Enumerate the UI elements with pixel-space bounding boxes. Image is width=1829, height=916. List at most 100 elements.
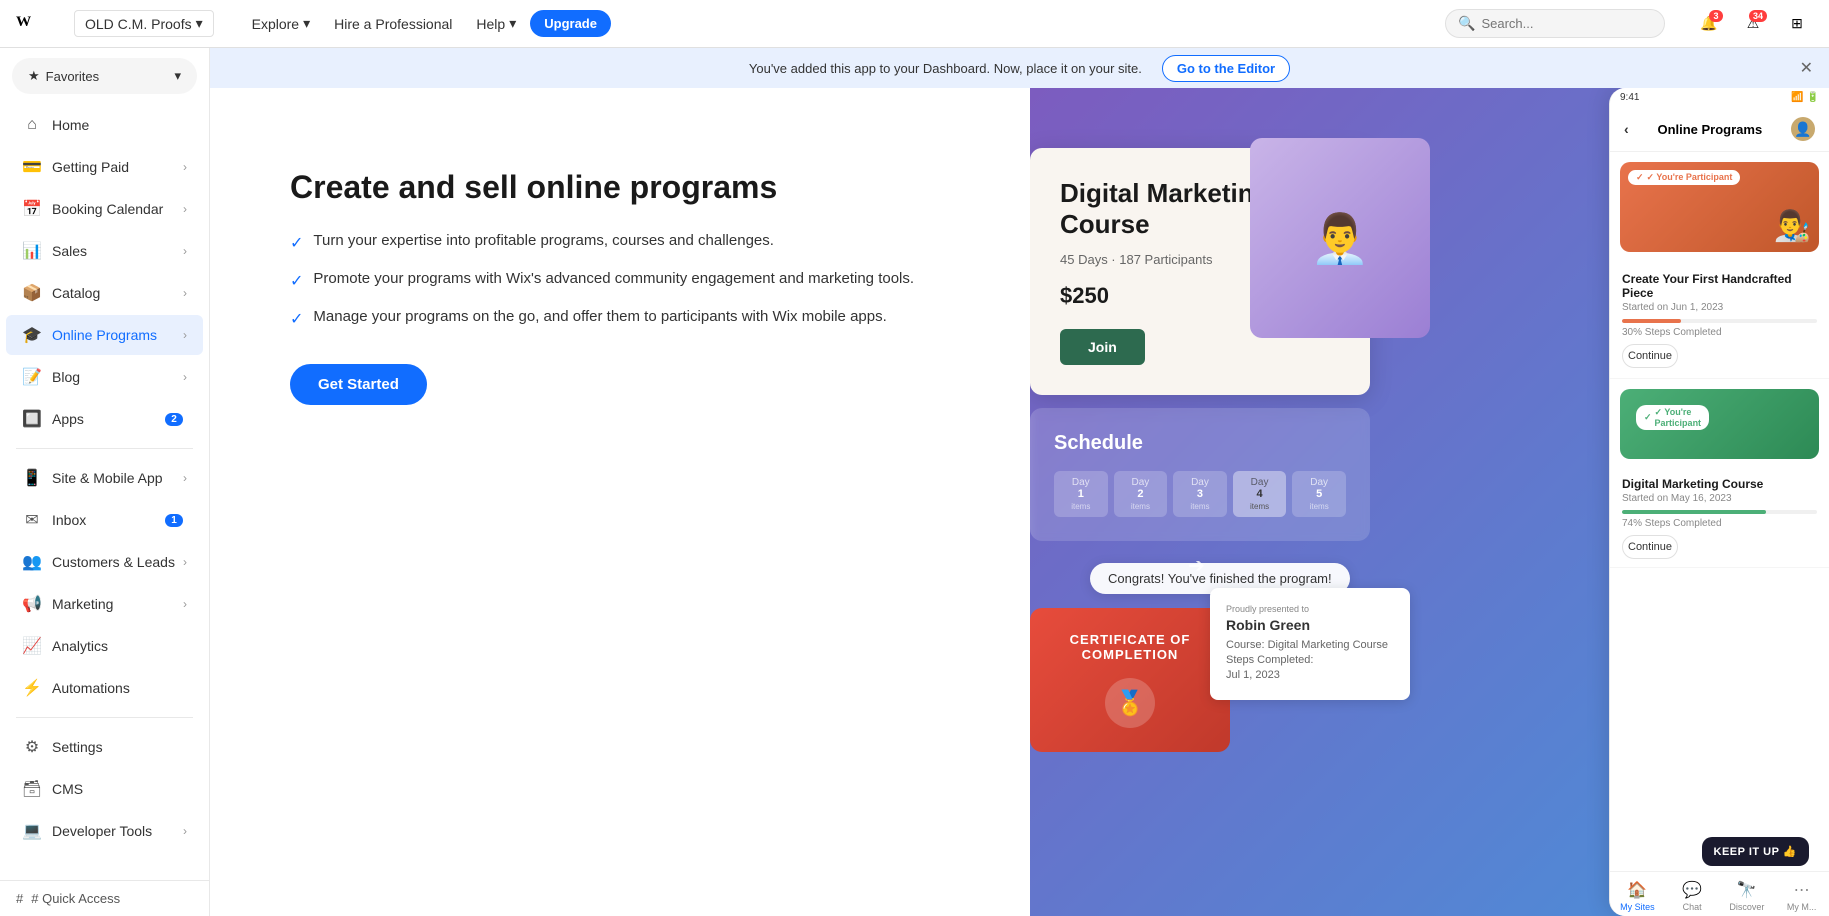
check-icon: ✓ [290, 308, 303, 332]
feature-bullet-2: ✓ Promote your programs with Wix's advan… [290, 268, 970, 294]
preview-panel: 👨‍💼 Digital Marketing Course 45 Days · 1… [1030, 88, 1829, 916]
get-started-button[interactable]: Get Started [290, 364, 427, 405]
upgrade-button[interactable]: Upgrade [530, 10, 611, 37]
schedule-day-3: Day 3 items [1173, 471, 1227, 517]
chevron-down-icon: ▾ [196, 15, 203, 32]
check-icon: ✓ [290, 270, 303, 294]
schedule-card: Schedule Day 1 items Day 2 items Day 3 i… [1030, 408, 1370, 541]
mobile-course1-date: Started on Jun 1, 2023 [1622, 302, 1817, 313]
sidebar-item-customers-leads[interactable]: 👥 Customers & Leads › [6, 542, 203, 582]
graduation-icon: 🎓 [22, 325, 42, 345]
developer-icon: 💻 [22, 821, 42, 841]
course-photo: 👨‍💼 [1250, 138, 1430, 338]
nav-icons: 🔔 3 ⚠ 34 ⊞ [1693, 8, 1813, 40]
mobile-back-button[interactable]: ‹ [1624, 121, 1629, 137]
mobile-progress-fill-2 [1622, 510, 1766, 514]
chevron-right-icon: › [183, 202, 187, 216]
robin-card: Proudly presented to Robin Green Course:… [1210, 588, 1410, 700]
mobile-status-icons: 📶 🔋 [1791, 92, 1819, 103]
alerts-button[interactable]: ⚠ 34 [1737, 8, 1769, 40]
mobile-progress-bar-2 [1622, 510, 1817, 514]
chevron-down-icon: ▾ [303, 15, 310, 32]
main-content: Create and sell online programs ✓ Turn y… [210, 88, 1829, 916]
sidebar-item-home[interactable]: ⌂ Home [6, 105, 203, 145]
sidebar-item-online-programs[interactable]: 🎓 Online Programs › [6, 315, 203, 355]
chart-icon: 📊 [22, 241, 42, 261]
cert-medal: 🏅 [1105, 678, 1155, 728]
search-input[interactable] [1481, 16, 1652, 31]
chevron-down-icon: ▾ [174, 68, 181, 84]
sidebar-item-booking-calendar[interactable]: 📅 Booking Calendar › [6, 189, 203, 229]
feature-title: Create and sell online programs [290, 168, 970, 206]
sidebar-item-cms[interactable]: 🗃 CMS [6, 769, 203, 809]
close-announcement-button[interactable]: ✕ [1800, 58, 1813, 78]
feature-panel: Create and sell online programs ✓ Turn y… [210, 88, 1030, 916]
mobile-course-bg-1: ✓ ✓ You're Participant 👨‍🎨 [1620, 162, 1819, 252]
sidebar-item-blog[interactable]: 📝 Blog › [6, 357, 203, 397]
mobile-course-card-2: ✓ ✓ You're Participant [1620, 389, 1819, 459]
favorites-button[interactable]: ★ Favorites ▾ [12, 58, 197, 94]
catalog-icon: 📦 [22, 283, 42, 303]
course-label: Course: Digital Marketing Course [1226, 639, 1394, 651]
inbox-icon: ✉ [22, 510, 42, 530]
certificate-card: CERTIFICATE OF COMPLETION 🏅 [1030, 608, 1230, 752]
notification-badge: 3 [1709, 10, 1723, 22]
sidebar-item-catalog[interactable]: 📦 Catalog › [6, 273, 203, 313]
analytics-icon: 📈 [22, 636, 42, 656]
course-join-button[interactable]: Join [1060, 329, 1145, 365]
date-label: Jul 1, 2023 [1226, 669, 1394, 681]
keepitup-badge: KEEP IT UP 👍 [1702, 837, 1809, 866]
mobile-nav-discover[interactable]: 🔭 Discover [1720, 880, 1775, 912]
sidebar-item-getting-paid[interactable]: 💳 Getting Paid › [6, 147, 203, 187]
grid-icon-button[interactable]: ⊞ [1781, 8, 1813, 40]
mobile-time: 9:41 [1620, 92, 1639, 103]
alert-badge: 34 [1749, 10, 1767, 22]
mobile-course1-name: Create Your First Handcrafted Piece [1622, 272, 1817, 300]
apps-icon: 🔲 [22, 409, 42, 429]
quick-access[interactable]: # # Quick Access [0, 880, 209, 916]
announcement-bar: You've added this app to your Dashboard.… [210, 48, 1829, 88]
main-nav-items: Explore ▾ Hire a Professional Help ▾ Upg… [242, 9, 611, 38]
sidebar-item-inbox[interactable]: ✉ Inbox 1 [6, 500, 203, 540]
sidebar-item-sales[interactable]: 📊 Sales › [6, 231, 203, 271]
go-to-editor-button[interactable]: Go to the Editor [1162, 55, 1290, 82]
mobile-nav-chat[interactable]: 💬 Chat [1665, 880, 1720, 912]
notifications-button[interactable]: 🔔 3 [1693, 8, 1725, 40]
sidebar-divider-2 [16, 717, 193, 718]
sidebar-item-marketing[interactable]: 📢 Marketing › [6, 584, 203, 624]
mobile-continue-btn-2[interactable]: Continue [1622, 535, 1678, 559]
mobile-course-bg-2: ✓ ✓ You're Participant [1620, 389, 1819, 459]
mobile-bottom-nav: 🏠 My Sites 💬 Chat 🔭 Discover ⋯ My M... [1610, 871, 1829, 916]
schedule-day-1: Day 1 items [1054, 471, 1108, 517]
nav-hire[interactable]: Hire a Professional [324, 10, 462, 38]
cms-icon: 🗃 [22, 779, 42, 799]
automations-icon: ⚡ [22, 678, 42, 698]
sidebar-item-settings[interactable]: ⚙ Settings [6, 727, 203, 767]
sidebar-item-developer-tools[interactable]: 💻 Developer Tools › [6, 811, 203, 851]
search-bar: 🔍 [1445, 9, 1665, 38]
site-name-selector[interactable]: OLD C.M. Proofs ▾ [74, 10, 214, 37]
sidebar-item-automations[interactable]: ⚡ Automations [6, 668, 203, 708]
check-icon: ✓ [290, 232, 303, 256]
mobile-continue-btn-1[interactable]: Continue [1622, 344, 1678, 368]
chevron-right-icon: › [183, 824, 187, 838]
chevron-right-icon: › [183, 244, 187, 258]
mobile-nav-more[interactable]: ⋯ My M... [1774, 880, 1829, 912]
mobile-course-info-2: Digital Marketing Course Started on May … [1610, 469, 1829, 568]
sidebar-item-apps[interactable]: 🔲 Apps 2 [6, 399, 203, 439]
feature-bullets: ✓ Turn your expertise into profitable pr… [290, 230, 970, 332]
search-icon: 🔍 [1458, 15, 1475, 32]
feature-bullet-3: ✓ Manage your programs on the go, and of… [290, 306, 970, 332]
customers-icon: 👥 [22, 552, 42, 572]
sidebar-item-analytics[interactable]: 📈 Analytics [6, 626, 203, 666]
nav-explore[interactable]: Explore ▾ [242, 9, 321, 38]
mobile-course1-progress: 30% Steps Completed [1622, 327, 1817, 338]
sidebar-item-site-mobile[interactable]: 📱 Site & Mobile App › [6, 458, 203, 498]
mobile-nav-mysites[interactable]: 🏠 My Sites [1610, 880, 1665, 912]
nav-help[interactable]: Help ▾ [466, 9, 526, 38]
calendar-icon: 📅 [22, 199, 42, 219]
schedule-days: Day 1 items Day 2 items Day 3 items Day … [1054, 471, 1346, 517]
inbox-badge: 1 [165, 514, 183, 527]
sidebar-divider [16, 448, 193, 449]
mobile-progress-bar-1 [1622, 319, 1817, 323]
